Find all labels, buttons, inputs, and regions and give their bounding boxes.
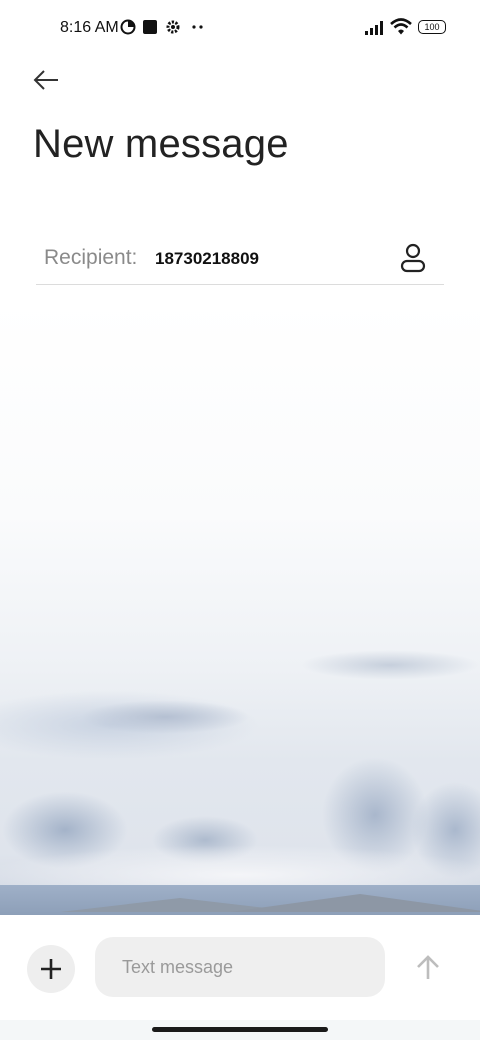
back-button[interactable] — [28, 62, 68, 98]
battery-level: 100 — [424, 22, 440, 32]
navigation-bar — [0, 1020, 480, 1040]
home-indicator[interactable] — [152, 1027, 328, 1032]
status-time: 8:16 AM — [60, 19, 119, 36]
page-title: New message — [33, 122, 289, 166]
person-icon — [400, 243, 426, 273]
arrow-up-icon — [417, 955, 439, 979]
settings-gear-icon — [166, 20, 180, 34]
add-attachment-button[interactable] — [27, 945, 75, 993]
arrow-left-icon — [33, 70, 58, 90]
recipient-label: Recipient: — [44, 246, 138, 269]
recipient-row[interactable]: Recipient: 18730218809 — [36, 232, 444, 285]
select-contact-button[interactable] — [398, 242, 428, 274]
more-dots-icon — [192, 25, 203, 29]
signal-icon — [365, 21, 383, 35]
data-saver-icon — [120, 19, 136, 35]
battery-icon: 100 — [418, 20, 446, 34]
stop-square-icon — [143, 20, 157, 34]
status-bar: 8:16 AM 100 — [0, 0, 480, 56]
plus-icon — [41, 959, 61, 979]
wallpaper-background — [0, 300, 480, 915]
recipient-input[interactable]: 18730218809 — [155, 249, 259, 269]
wifi-icon — [390, 18, 412, 35]
send-button[interactable] — [412, 951, 444, 983]
composer-bar — [0, 915, 480, 1020]
message-input[interactable] — [95, 937, 385, 997]
